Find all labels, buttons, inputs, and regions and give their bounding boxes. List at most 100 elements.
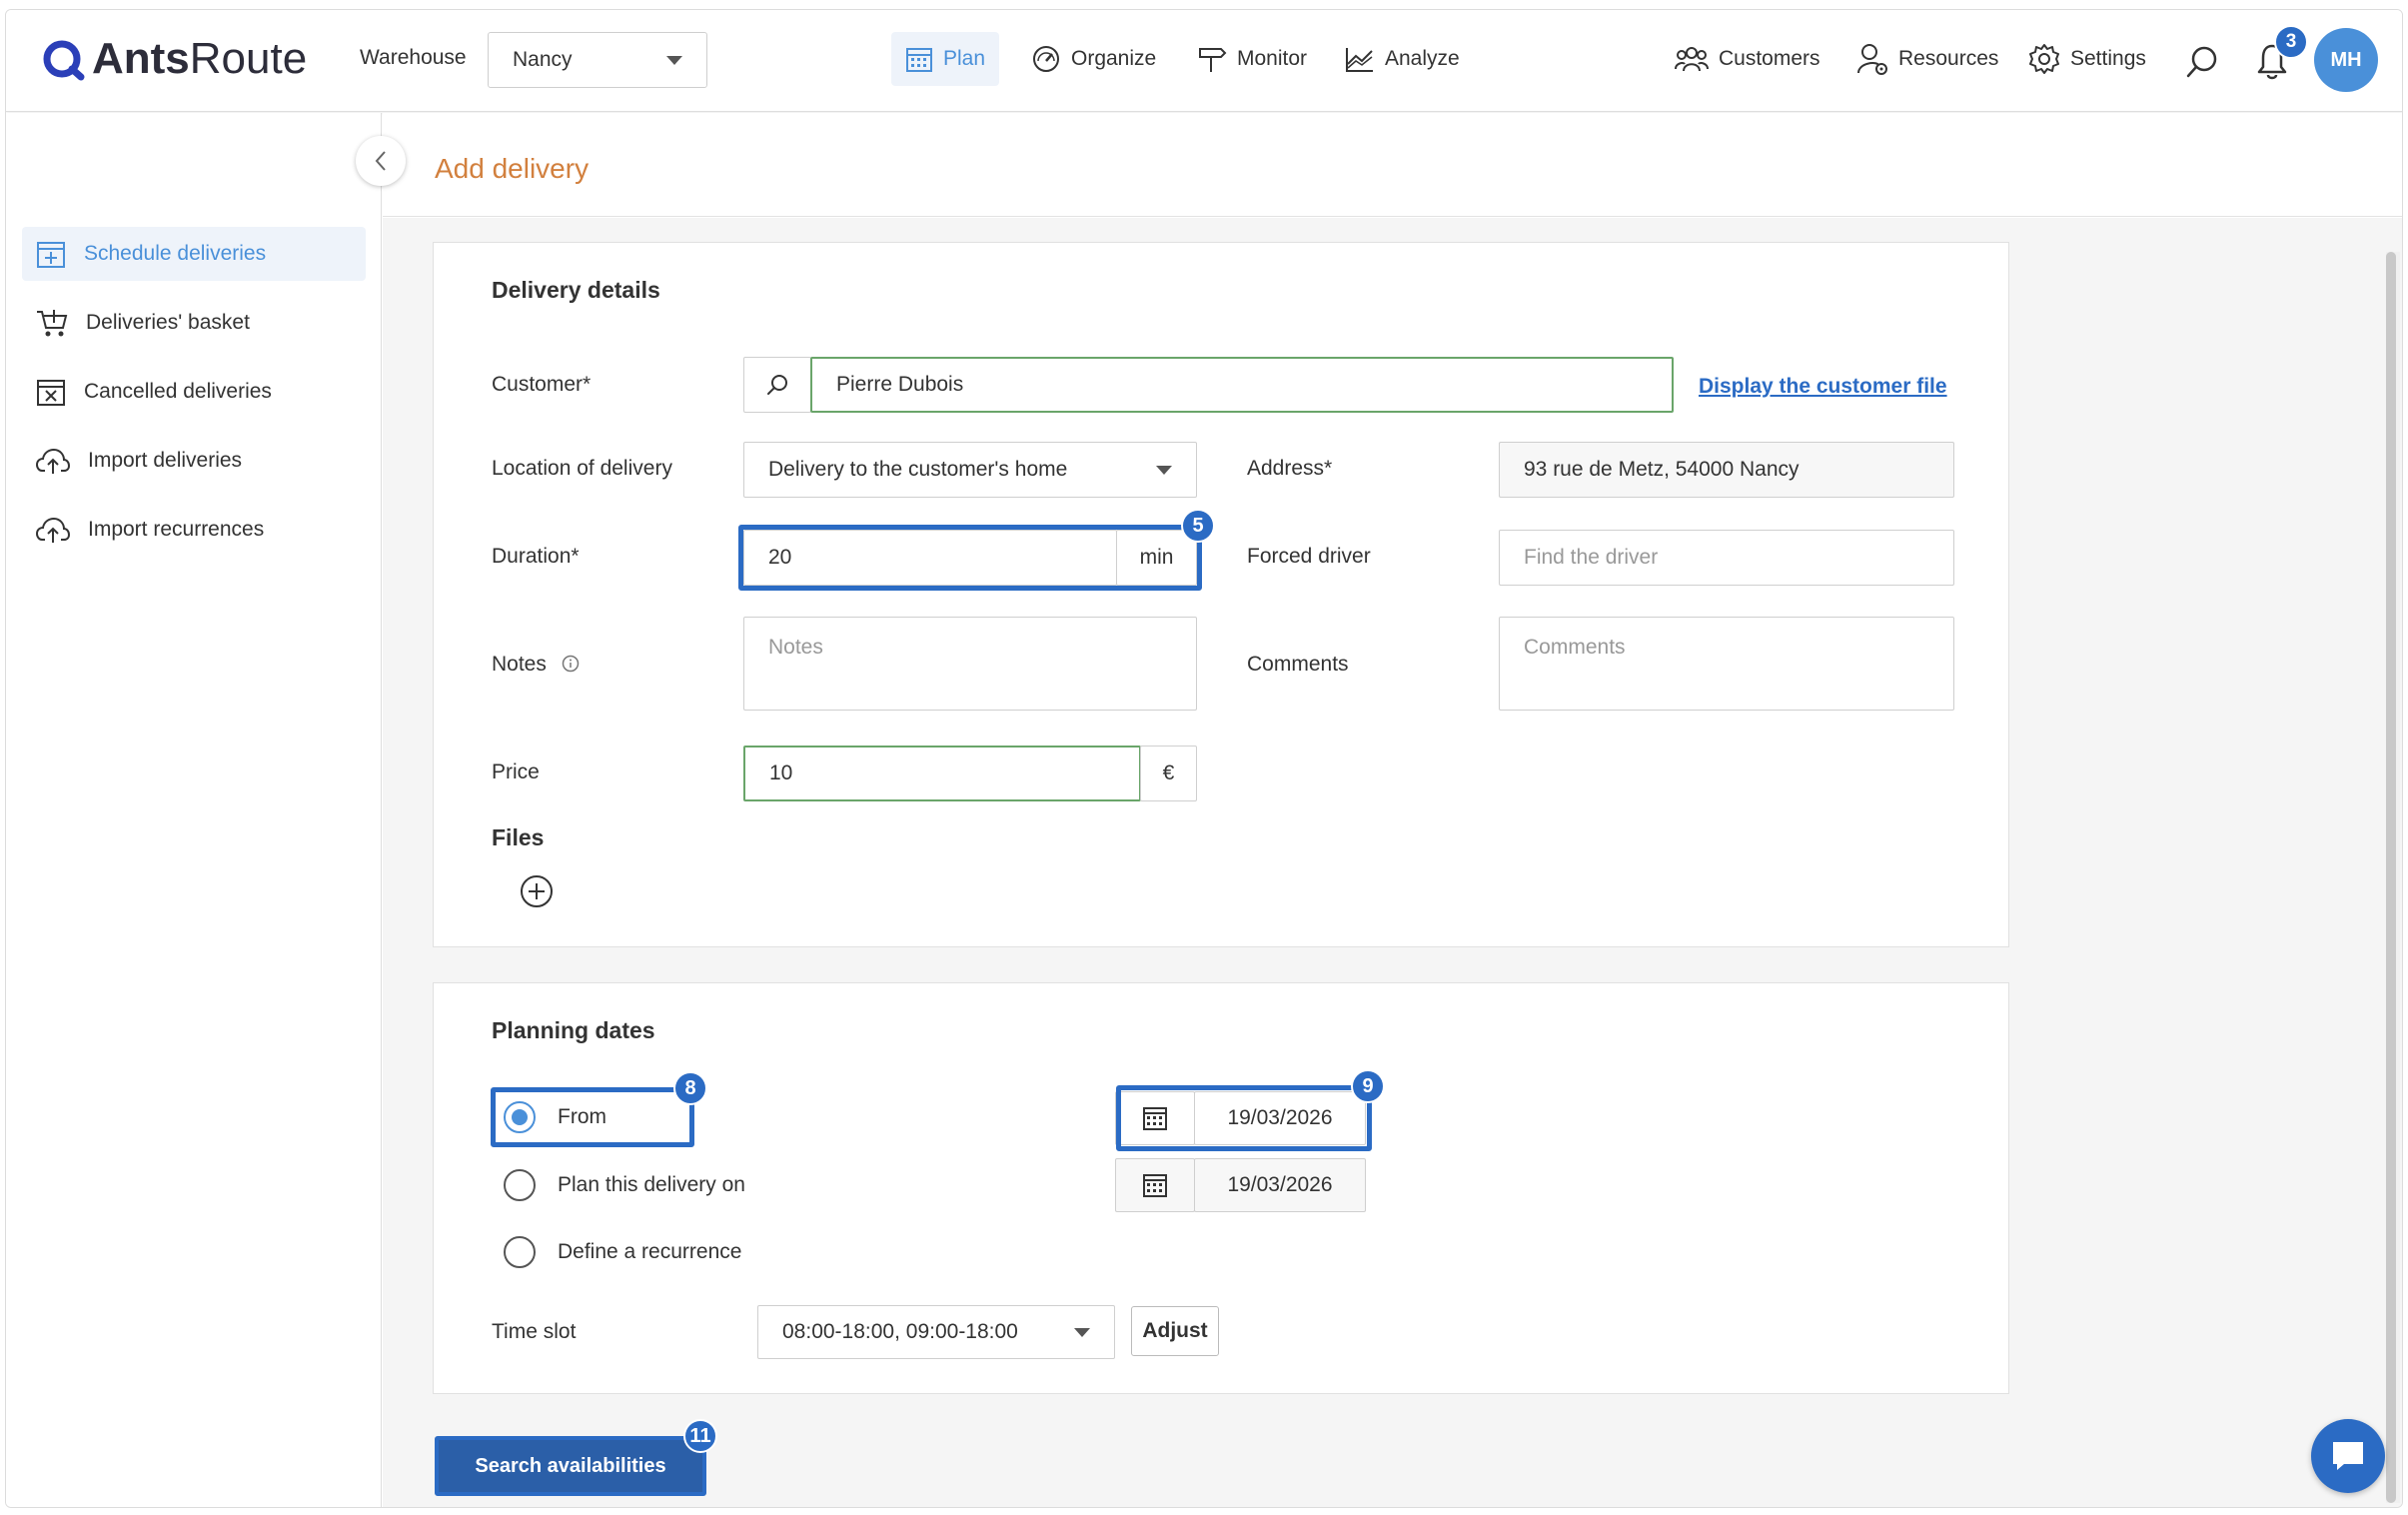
scrollbar[interactable] [2386, 252, 2400, 1503]
display-customer-file-link[interactable]: Display the customer file [1699, 375, 1947, 399]
nav-organize-label: Organize [1071, 47, 1157, 70]
price-unit-label: € [1162, 761, 1175, 784]
nav-plan[interactable]: Plan [891, 32, 1000, 86]
from-date-input[interactable]: 19/03/2026 [1194, 1091, 1366, 1145]
calendar-icon [1143, 1107, 1167, 1130]
nav-monitor-label: Monitor [1237, 47, 1308, 70]
customer-value: Pierre Dubois [836, 373, 964, 396]
from-date-value: 19/03/2026 [1227, 1106, 1333, 1129]
scrollbar-thumb[interactable] [2386, 252, 2396, 1503]
notes-placeholder: Notes [768, 636, 823, 659]
sidebar-item-deliveries-basket[interactable]: Deliveries' basket [22, 296, 366, 350]
time-slot-select[interactable]: 08:00-18:00, 09:00-18:00 [757, 1305, 1115, 1359]
duration-unit: min [1116, 530, 1197, 586]
duration-value: 20 [768, 546, 792, 569]
nav-analyze[interactable]: Analyze [1331, 32, 1474, 86]
page-title: Add delivery [435, 153, 590, 184]
main-content: Delivery details Customer* Pierre Dubois… [383, 218, 2402, 1507]
sidebar-item-import-recurrences[interactable]: Import recurrences [22, 503, 366, 557]
gear-icon [2029, 44, 2059, 74]
duration-input[interactable]: 20 [743, 530, 1117, 586]
sidebar-item-import-deliveries[interactable]: Import deliveries [22, 434, 366, 488]
location-label: Location of delivery [492, 457, 672, 480]
customer-label: Customer* [492, 373, 592, 396]
nav-resources[interactable]: Resources [1842, 32, 2012, 86]
notification-badge: 3 [2274, 25, 2308, 59]
comments-placeholder: Comments [1524, 636, 1626, 659]
delivery-details-card: Delivery details Customer* Pierre Dubois… [433, 242, 2009, 947]
sidebar: Schedule deliveries Deliveries' basket C… [6, 113, 382, 1507]
price-input[interactable]: 10 [743, 746, 1141, 801]
recurrence-radio[interactable] [504, 1236, 536, 1268]
comments-label: Comments [1247, 653, 1349, 676]
plan-on-calendar-button[interactable] [1115, 1158, 1195, 1212]
nav-customers[interactable]: Customers [1661, 32, 1834, 86]
collapse-sidebar-button[interactable] [356, 136, 406, 186]
step-badge-5: 5 [1181, 509, 1215, 543]
chat-button[interactable] [2311, 1419, 2385, 1493]
comments-textarea[interactable]: Comments [1499, 617, 1954, 711]
chevron-left-icon [375, 151, 386, 171]
from-calendar-button[interactable] [1115, 1091, 1195, 1145]
warehouse-select[interactable]: Nancy [488, 32, 707, 88]
step-badge-11: 11 [683, 1419, 717, 1453]
add-file-icon[interactable] [520, 874, 554, 908]
chevron-down-icon [1156, 465, 1172, 475]
planning-dates-title: Planning dates [492, 1017, 655, 1043]
address-value: 93 rue de Metz, 54000 Nancy [1524, 458, 1800, 481]
logo[interactable]: AntsRoute [42, 34, 307, 84]
search-availabilities-button[interactable]: Search availabilities [437, 1438, 704, 1494]
customer-search-button[interactable] [743, 357, 811, 413]
calendar-icon [1143, 1174, 1167, 1197]
forced-driver-placeholder: Find the driver [1524, 546, 1659, 569]
chart-icon [1346, 48, 1373, 72]
nav-settings-label: Settings [2070, 47, 2146, 70]
nav-analyze-label: Analyze [1385, 47, 1460, 70]
sidebar-item-cancelled-deliveries[interactable]: Cancelled deliveries [22, 365, 366, 419]
sidebar-item-label: Cancelled deliveries [84, 380, 272, 403]
address-label: Address* [1247, 457, 1333, 480]
customer-input[interactable]: Pierre Dubois [810, 357, 1674, 413]
chevron-down-icon [666, 55, 682, 65]
sidebar-item-schedule-deliveries[interactable]: Schedule deliveries [22, 227, 366, 281]
price-unit: € [1140, 746, 1197, 801]
step-badge-8: 8 [673, 1071, 707, 1105]
page-header: Add delivery [383, 113, 2402, 217]
search-icon[interactable] [2184, 44, 2220, 80]
plan-on-radio[interactable] [504, 1169, 536, 1201]
location-select[interactable]: Delivery to the customer's home [743, 442, 1197, 498]
plan-on-date-input[interactable]: 19/03/2026 [1194, 1158, 1366, 1212]
search-icon [767, 375, 787, 395]
nav-organize[interactable]: Organize [1017, 32, 1170, 86]
price-value: 10 [769, 761, 793, 784]
sidebar-item-label: Import deliveries [88, 449, 243, 472]
sidebar-item-label: Import recurrences [88, 518, 265, 541]
nav-settings[interactable]: Settings [2014, 32, 2160, 86]
recurrence-label: Define a recurrence [558, 1240, 742, 1263]
notes-label: Notes [492, 653, 547, 676]
nav-monitor[interactable]: Monitor [1183, 32, 1321, 86]
duration-label: Duration* [492, 545, 580, 568]
forced-driver-input[interactable]: Find the driver [1499, 530, 1954, 586]
plan-on-label: Plan this delivery on [558, 1173, 745, 1196]
ants-logo-icon [43, 40, 85, 81]
adjust-button[interactable]: Adjust [1131, 1306, 1219, 1356]
plan-on-date-value: 19/03/2026 [1227, 1173, 1333, 1196]
delivery-details-title: Delivery details [492, 277, 660, 303]
sidebar-item-label: Schedule deliveries [84, 242, 267, 265]
chat-icon [2333, 1442, 2363, 1470]
info-icon[interactable] [562, 655, 580, 673]
avatar[interactable]: MH [2314, 28, 2378, 92]
step-badge-9: 9 [1351, 1069, 1385, 1103]
files-label: Files [492, 824, 545, 850]
calendar-x-icon [37, 380, 65, 406]
calendar-plus-icon [37, 242, 65, 268]
chevron-down-icon [1074, 1327, 1090, 1337]
warehouse-value: Nancy [513, 48, 573, 71]
calendar-icon [906, 48, 932, 72]
address-field[interactable]: 93 rue de Metz, 54000 Nancy [1499, 442, 1954, 498]
notes-textarea[interactable]: Notes [743, 617, 1197, 711]
basket-icon [37, 310, 68, 337]
from-radio[interactable] [504, 1101, 536, 1133]
warehouse-label: Warehouse [360, 46, 467, 69]
